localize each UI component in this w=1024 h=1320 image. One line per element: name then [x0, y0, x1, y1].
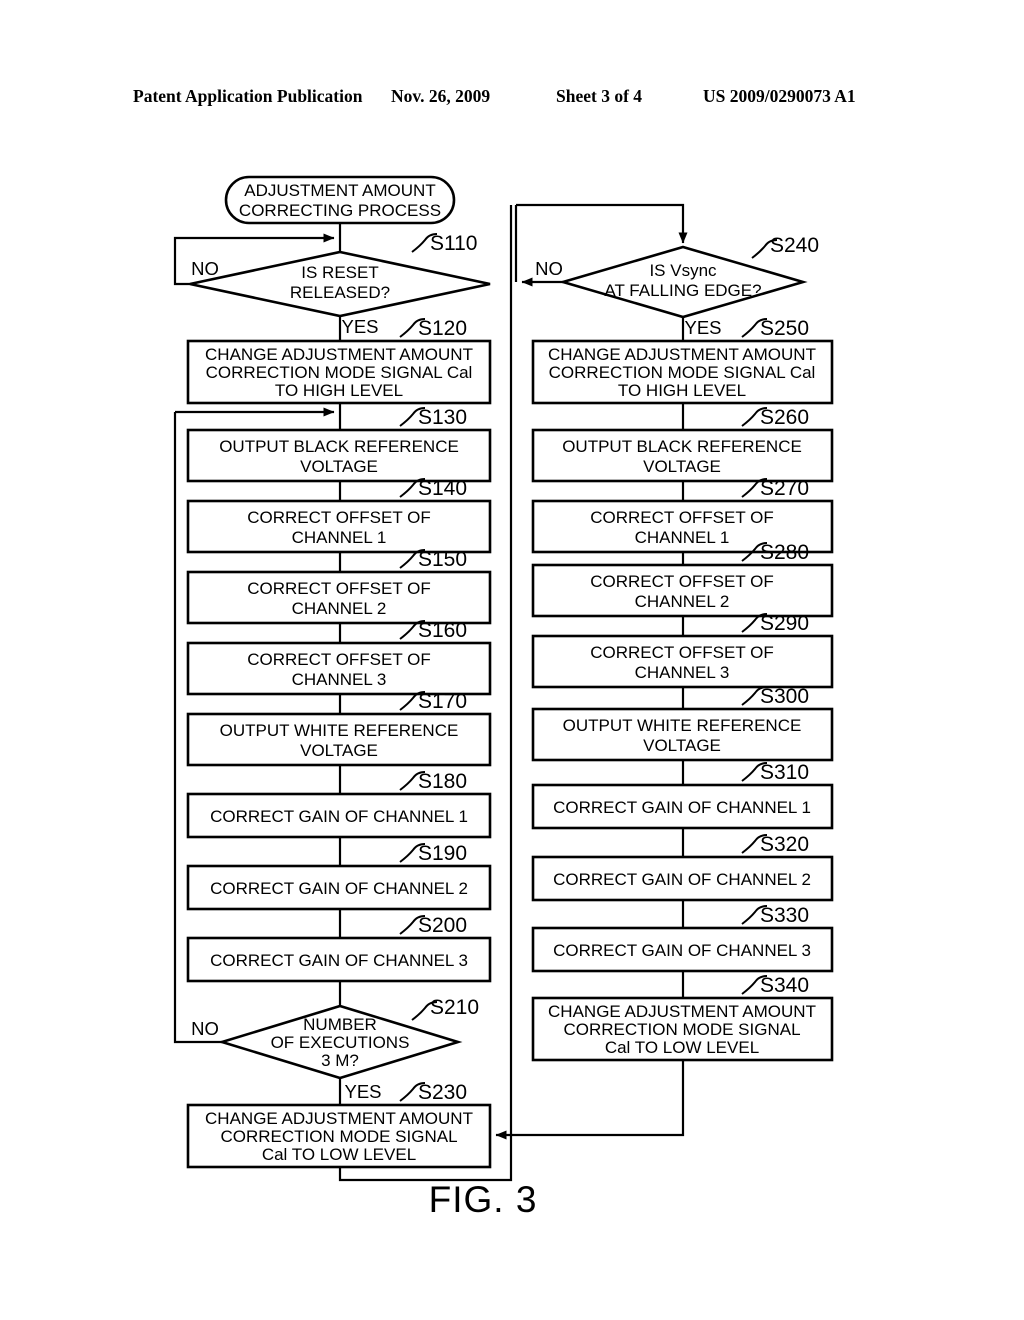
process-s130-line2: VOLTAGE [300, 457, 378, 476]
decision-s210-line1: NUMBER [303, 1015, 377, 1034]
figure-label: FIG. 3 [429, 1179, 538, 1220]
step-label-s120: S120 [418, 317, 467, 340]
process-s330-line1: CORRECT GAIN OF CHANNEL 3 [553, 941, 811, 960]
step-label-s130: S130 [418, 406, 467, 429]
step-label-s270: S270 [760, 477, 809, 500]
s240-no-label: NO [535, 258, 563, 279]
process-s320-line1: CORRECT GAIN OF CHANNEL 2 [553, 870, 811, 889]
process-s290-line2: CHANNEL 3 [635, 663, 730, 682]
decision-s240-line2: AT FALLING EDGE? [604, 281, 761, 300]
step-label-s230: S230 [418, 1081, 467, 1104]
process-s150-line2: CHANNEL 2 [292, 599, 387, 618]
decision-s210-line3: 3 M? [321, 1051, 359, 1070]
process-s340-line1: CHANGE ADJUSTMENT AMOUNT [548, 1002, 816, 1021]
process-s290-line1: CORRECT OFFSET OF [590, 643, 774, 662]
step-label-s320: S320 [760, 833, 809, 856]
step-label-s200: S200 [418, 914, 467, 937]
process-s300-line2: VOLTAGE [643, 736, 721, 755]
step-label-s290: S290 [760, 612, 809, 635]
step-label-s250: S250 [760, 317, 809, 340]
process-s260-line2: VOLTAGE [643, 457, 721, 476]
process-s270-line1: CORRECT OFFSET OF [590, 508, 774, 527]
process-s230-line3: Cal TO LOW LEVEL [262, 1145, 416, 1164]
s210-no-label: NO [191, 1018, 219, 1039]
wire-feed-to-s240 [516, 203, 688, 244]
step-label-s240: S240 [770, 234, 819, 257]
s110-yes-label: YES [341, 316, 378, 337]
process-s140-line2: CHANNEL 1 [292, 528, 387, 547]
step-label-s180: S180 [418, 770, 467, 793]
process-s150-line1: CORRECT OFFSET OF [247, 579, 431, 598]
process-s140-line1: CORRECT OFFSET OF [247, 508, 431, 527]
step-label-s140: S140 [418, 477, 467, 500]
patent-sheet: Patent Application Publication Nov. 26, … [0, 0, 1024, 1320]
process-s200-line1: CORRECT GAIN OF CHANNEL 3 [210, 951, 468, 970]
process-s250-line1: CHANGE ADJUSTMENT AMOUNT [548, 345, 816, 364]
process-s270-line2: CHANNEL 1 [635, 528, 730, 547]
step-label-s170: S170 [418, 690, 467, 713]
process-s170-line1: OUTPUT WHITE REFERENCE [220, 721, 459, 740]
process-s120-line2: CORRECTION MODE SIGNAL Cal [206, 363, 473, 382]
step-label-s150: S150 [418, 548, 467, 571]
flowchart-figure: ADJUSTMENT AMOUNT CORRECTING PROCESS IS … [173, 175, 834, 1220]
process-s170-line2: VOLTAGE [300, 741, 378, 760]
process-s340-line2: CORRECTION MODE SIGNAL [563, 1020, 800, 1039]
step-label-s300: S300 [760, 685, 809, 708]
step-label-s340: S340 [760, 974, 809, 997]
decision-s110-line1: IS RESET [301, 263, 378, 282]
wire-s340-to-s230 [495, 1060, 685, 1140]
process-s190-line1: CORRECT GAIN OF CHANNEL 2 [210, 879, 468, 898]
process-s310-line1: CORRECT GAIN OF CHANNEL 1 [553, 798, 811, 817]
step-label-s110: S110 [430, 232, 478, 255]
process-s230-line1: CHANGE ADJUSTMENT AMOUNT [205, 1109, 473, 1128]
process-s130-line1: OUTPUT BLACK REFERENCE [219, 437, 459, 456]
process-s340-line3: Cal TO LOW LEVEL [605, 1038, 759, 1057]
s210-yes-label: YES [344, 1081, 381, 1102]
step-label-s280: S280 [760, 541, 809, 564]
process-s300-line1: OUTPUT WHITE REFERENCE [563, 716, 802, 735]
process-s180-line1: CORRECT GAIN OF CHANNEL 1 [210, 807, 468, 826]
step-label-s210: S210 [430, 996, 479, 1019]
decision-s240-line1: IS Vsync [649, 261, 717, 280]
step-label-s310: S310 [760, 761, 809, 784]
step-label-s330: S330 [760, 904, 809, 927]
process-s250-line2: CORRECTION MODE SIGNAL Cal [549, 363, 816, 382]
decision-s210-line2: OF EXECUTIONS [271, 1033, 410, 1052]
process-s120-line3: TO HIGH LEVEL [275, 381, 403, 400]
process-s250-line3: TO HIGH LEVEL [618, 381, 746, 400]
step-label-s190: S190 [418, 842, 467, 865]
process-s260-line1: OUTPUT BLACK REFERENCE [562, 437, 802, 456]
start-terminal-line2: CORRECTING PROCESS [239, 201, 441, 220]
start-terminal-line1: ADJUSTMENT AMOUNT [244, 181, 435, 200]
process-s160-line1: CORRECT OFFSET OF [247, 650, 431, 669]
step-label-s160: S160 [418, 619, 467, 642]
process-s120-line1: CHANGE ADJUSTMENT AMOUNT [205, 345, 473, 364]
decision-s110-line2: RELEASED? [290, 283, 390, 302]
s240-yes-label: YES [684, 317, 721, 338]
process-s280-line2: CHANNEL 2 [635, 592, 730, 611]
process-s230-line2: CORRECTION MODE SIGNAL [220, 1127, 457, 1146]
step-label-s260: S260 [760, 406, 809, 429]
process-s280-line1: CORRECT OFFSET OF [590, 572, 774, 591]
s110-no-label: NO [191, 258, 219, 279]
process-s160-line2: CHANNEL 3 [292, 670, 387, 689]
